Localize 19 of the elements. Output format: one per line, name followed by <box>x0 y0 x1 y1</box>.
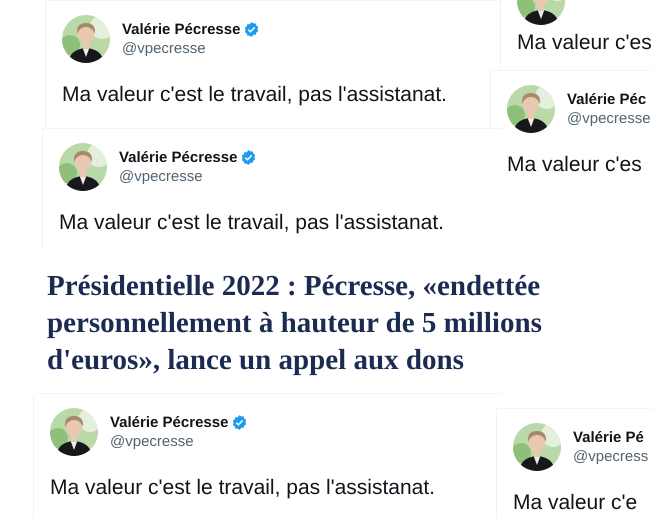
headline: Présidentielle 2022 : Pécresse, «endettée <box>47 269 542 304</box>
author-handle[interactable]: @vpecress <box>573 448 648 465</box>
author-handle[interactable]: @vpecresse <box>110 433 248 450</box>
author-name[interactable]: Valérie Pécresse <box>122 21 240 38</box>
tweet-text: Ma valeur c'es <box>517 31 652 55</box>
author-handle[interactable]: @vpecresse <box>567 110 651 127</box>
author-handle[interactable]: @vpecresse <box>122 40 260 57</box>
tweet-text: Ma valeur c'e <box>513 491 638 515</box>
headline: personnellement à hauteur de 5 millions <box>47 306 542 341</box>
tweet-text: Ma valeur c'est le travail, pas l'assistanat. <box>59 211 446 235</box>
tweet-text: Ma valeur c'est le travail, pas l'assistanat. <box>50 476 436 500</box>
author-name[interactable]: Valérie Péc <box>567 91 646 108</box>
headline: d'euros», lance un appel aux dons <box>47 343 465 378</box>
tweet-text: Ma valeur c'es <box>507 153 643 177</box>
author-name[interactable]: Valérie Pécresse <box>119 149 238 166</box>
tweet-text: Ma valeur c'est le travail, pas l'assistanat. <box>62 83 448 107</box>
author-handle[interactable]: @vpecresse <box>119 168 258 185</box>
author-name[interactable]: Valérie Pécresse <box>110 414 228 431</box>
author-name[interactable]: Valérie Pé <box>573 429 644 446</box>
